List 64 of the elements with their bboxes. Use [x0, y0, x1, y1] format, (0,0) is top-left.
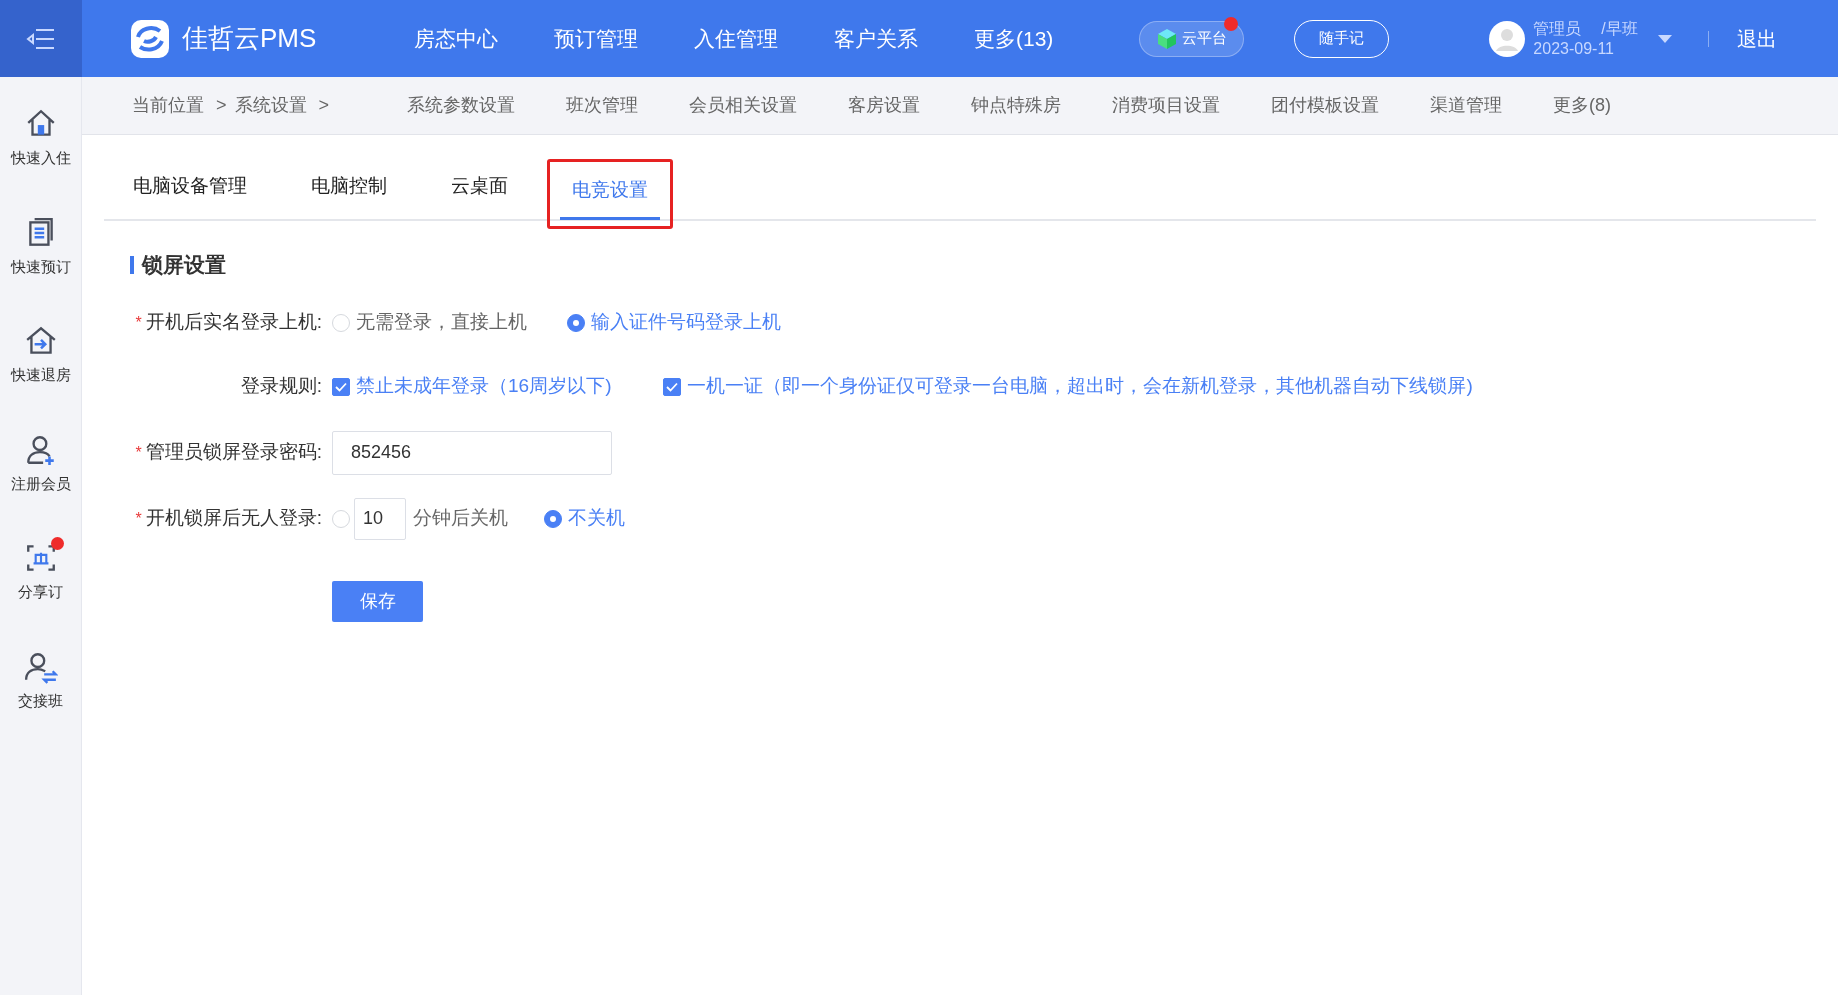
breadcrumb-separator: > — [318, 94, 330, 117]
section-title: 锁屏设置 — [142, 252, 226, 278]
save-button[interactable]: 保存 — [332, 580, 423, 622]
checkbox[interactable] — [663, 377, 682, 396]
option-label: 一机一证（即一个身份证仅可登录一台电脑，超出时，会在新机登录，其他机器自动下线锁屏) — [687, 374, 1473, 399]
menu-toggle-button[interactable] — [0, 0, 82, 77]
required-asterisk: * — [135, 442, 142, 463]
required-asterisk: * — [135, 312, 142, 333]
sidebar-item[interactable]: 快速预订 — [10, 215, 71, 278]
dropdown-caret-icon[interactable] — [1657, 34, 1672, 43]
option-label: 无需登录，直接上机 — [356, 310, 527, 335]
sub-navigation-link[interactable]: 会员相关设置 — [689, 92, 797, 119]
menu-icon — [26, 27, 56, 50]
option-label: 禁止未成年登录（16周岁以下) — [356, 374, 612, 399]
nav-link[interactable]: 入住管理 — [694, 22, 778, 55]
breadcrumb-link[interactable]: 系统设置 — [234, 92, 307, 119]
sidebar-item[interactable]: 分享订 — [18, 541, 63, 604]
tab[interactable]: 电竞设置 — [560, 176, 660, 220]
avatar-icon — [1489, 20, 1526, 57]
breadcrumb-label: 当前位置 — [132, 94, 204, 117]
sub-navigation-link[interactable]: 系统参数设置 — [407, 92, 515, 119]
nav-link[interactable]: 预订管理 — [554, 22, 638, 55]
checkmark-icon — [666, 381, 679, 392]
cube-icon — [1156, 27, 1179, 50]
user-name: 管理员 — [1533, 18, 1582, 39]
option-label: 不关机 — [568, 506, 625, 531]
sidebar-item[interactable]: 注册会员 — [10, 432, 71, 495]
logo-icon — [130, 18, 170, 59]
radio-button[interactable] — [567, 313, 585, 332]
radio-button[interactable] — [544, 509, 562, 528]
sub-navigation-link[interactable]: 更多(8) — [1553, 92, 1611, 119]
nav-link[interactable]: 房态中心 — [414, 22, 498, 55]
unit-label: 分钟后关机 — [413, 506, 508, 531]
logout-button[interactable]: 退出 — [1736, 23, 1777, 54]
user-shift: /早班 — [1601, 18, 1638, 39]
required-asterisk: * — [135, 508, 142, 529]
breadcrumb-separator: > — [216, 94, 227, 117]
sidebar-item[interactable]: 交接班 — [18, 649, 63, 712]
option-label: 输入证件号码登录上机 — [591, 310, 781, 335]
nav-link[interactable]: 客户关系 — [834, 22, 918, 55]
field-label: 开机锁屏后无人登录: — [145, 506, 322, 531]
password-field[interactable]: 852456 — [332, 430, 612, 475]
user-date: 2023-09-11 — [1533, 38, 1615, 59]
sub-navigation-link[interactable]: 渠道管理 — [1430, 92, 1502, 119]
tab[interactable]: 电脑设备管理 — [121, 172, 259, 213]
sub-navigation-link[interactable]: 团付模板设置 — [1271, 92, 1379, 119]
field-label: 管理员锁屏登录密码: — [145, 440, 322, 465]
checkmark-icon — [335, 381, 347, 392]
tab[interactable]: 电脑控制 — [299, 172, 399, 213]
field-label: 登录规则: — [240, 374, 322, 399]
field-label: 开机后实名登录上机: — [145, 310, 322, 335]
sub-navigation-link[interactable]: 钟点特殊房 — [971, 92, 1061, 119]
sub-navigation-link[interactable]: 班次管理 — [566, 92, 638, 119]
cloud-platform-button[interactable]: 云平台 — [1139, 20, 1245, 57]
sub-navigation-link[interactable]: 消费项目设置 — [1112, 92, 1220, 119]
sidebar-item[interactable]: 快速入住 — [10, 107, 71, 170]
brand-name: 佳哲云PMS — [182, 22, 317, 55]
minutes-field[interactable]: 10 — [354, 497, 406, 540]
section-marker — [130, 255, 134, 274]
sub-navigation-link[interactable]: 客房设置 — [848, 92, 920, 119]
tab[interactable]: 云桌面 — [439, 172, 520, 213]
checkbox[interactable] — [332, 377, 350, 396]
sidebar-item[interactable]: 快速退房 — [10, 324, 71, 387]
nav-link[interactable]: 更多(13) — [974, 22, 1054, 55]
